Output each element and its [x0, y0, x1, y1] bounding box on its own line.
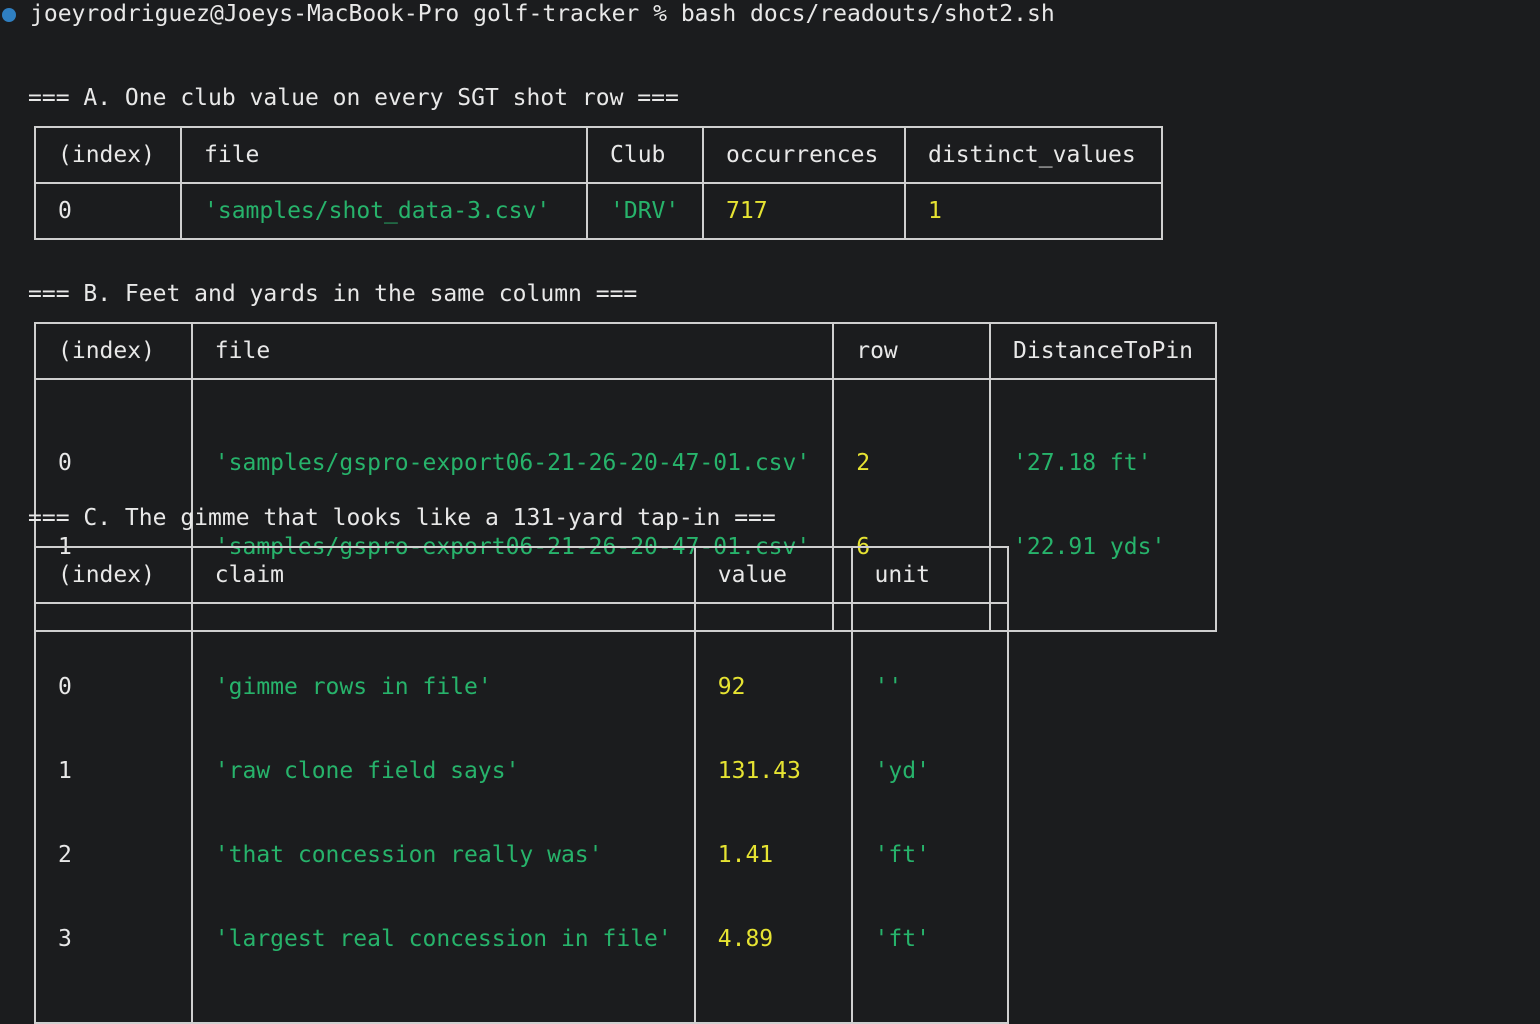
table-a-header-occurrences: occurrences [702, 127, 906, 184]
row-claim: 'largest real concession in file' [214, 926, 672, 952]
row-value: 131.43 [717, 758, 801, 784]
section-c-title: === C. The gimme that looks like a 131-y… [28, 505, 776, 531]
table-a-header-index: (index) [34, 127, 182, 184]
terminal-prompt-line: joeyrodriguez@Joeys-MacBook-Pro golf-tra… [30, 1, 1055, 27]
row-unit: '' [874, 674, 903, 700]
table-b-header-row: row [832, 323, 991, 380]
table-b-header-file: file [190, 323, 835, 380]
row-claim: 'raw clone field says' [214, 758, 520, 784]
row-distance-to-pin: '27.18 ft' [1013, 450, 1152, 476]
row-claim: 'gimme rows in file' [214, 674, 492, 700]
row-occurrences: 717 [726, 198, 768, 224]
table-b-header-distance-to-pin: DistanceToPin [988, 323, 1218, 380]
table-c-header-index: (index) [34, 547, 193, 604]
table-a: (index) file Club occurrences distinct_v… [34, 126, 1163, 240]
section-b-title: === B. Feet and yards in the same column… [28, 281, 638, 307]
row-claim: 'that concession really was' [214, 842, 603, 868]
row-distance-to-pin: '22.91 yds' [1013, 534, 1166, 560]
row-club: 'DRV' [610, 198, 680, 224]
row-value: 4.89 [717, 926, 774, 952]
row-file: 'samples/gspro-export06-21-26-20-47-01.c… [214, 450, 811, 476]
row-index: 1 [58, 758, 72, 784]
row-unit: 'yd' [874, 758, 930, 784]
table-c-header-row: (index) claim value unit [34, 547, 1010, 604]
row-index: 0 [58, 198, 72, 224]
row-index: 3 [58, 926, 72, 952]
table-b-header-row: (index) file row DistanceToPin [34, 323, 1218, 380]
table-a-header-row: (index) file Club occurrences distinct_v… [34, 127, 1163, 184]
terminal-status-dot-icon [2, 8, 16, 22]
table-c-header-value: value [693, 547, 853, 604]
table-row: 0 'samples/shot_data-3.csv' 'DRV' 717 1 [34, 183, 1163, 239]
table-a-header-file: file [180, 127, 588, 184]
row-file: 'samples/shot_data-3.csv' [204, 198, 551, 224]
row-index: 0 [58, 674, 72, 700]
row-unit: 'ft' [874, 842, 930, 868]
table-c-header-unit: unit [850, 547, 1010, 604]
table-row: 0 1 2 3 'gimme rows in file' 'raw clone … [34, 603, 1010, 1023]
row-value: 1.41 [717, 842, 774, 868]
table-a-header-distinct-values: distinct_values [904, 127, 1163, 184]
row-unit: 'ft' [874, 926, 930, 952]
row-index: 0 [58, 450, 72, 476]
row-row: 2 [856, 450, 871, 476]
row-distinct-values: 1 [928, 198, 942, 224]
row-value: 92 [717, 674, 746, 700]
table-b-header-index: (index) [34, 323, 193, 380]
table-c-header-claim: claim [190, 547, 696, 604]
table-c: (index) claim value unit 0 1 2 3 'gimme … [34, 546, 1010, 1024]
section-a-title: === A. One club value on every SGT shot … [28, 85, 679, 111]
table-a-header-club: Club [586, 127, 704, 184]
row-index: 2 [58, 842, 72, 868]
